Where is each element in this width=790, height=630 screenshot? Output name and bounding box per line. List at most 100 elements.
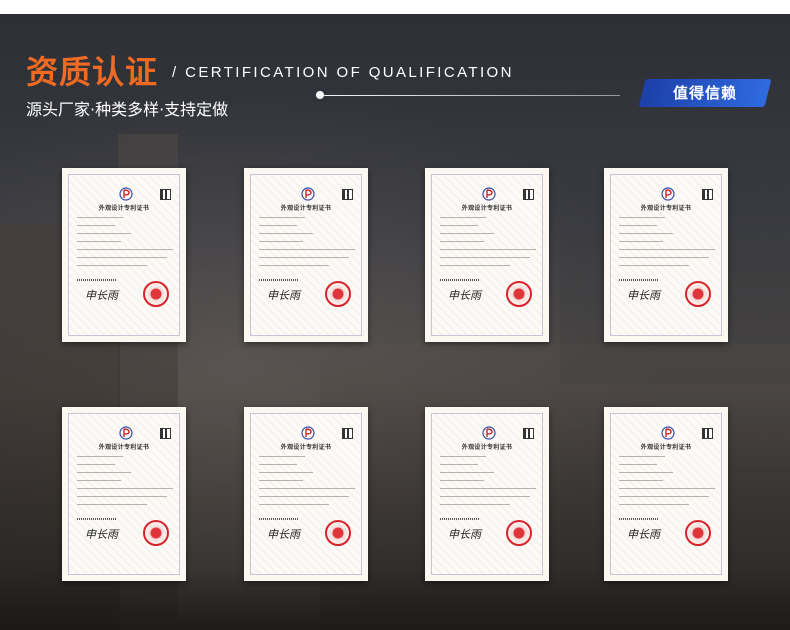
certificate-text-line: [259, 472, 313, 473]
certificate-text-line: [619, 472, 673, 473]
certificate-text-line: [440, 225, 478, 226]
qr-code-icon: [523, 189, 534, 200]
certificate-text-line: [619, 217, 665, 218]
certificate-text-line: [77, 480, 121, 481]
signature: 申长雨: [448, 289, 481, 302]
certificate-text-line: [440, 265, 510, 266]
patent-office-logo-icon: [482, 187, 496, 201]
qr-code-icon: [702, 428, 713, 439]
patent-office-logo-icon: [661, 187, 675, 201]
certificate-text-line: [77, 257, 167, 258]
signature: 申长雨: [448, 528, 481, 541]
certificate-text-line: [440, 217, 486, 218]
qr-code-icon: [523, 428, 534, 439]
certificate-text-line: [77, 225, 115, 226]
signature: 申长雨: [85, 289, 118, 302]
qr-code-icon: [702, 189, 713, 200]
certificate-text-line: [259, 241, 303, 242]
certificate-text-line: [259, 488, 355, 489]
red-seal-icon: [325, 520, 351, 546]
certificate-title: 外观设计专利证书: [640, 205, 692, 212]
certificate-text-line: [259, 249, 355, 250]
certificate-text-line: [619, 257, 709, 258]
qr-code-icon: [342, 428, 353, 439]
certificate-text-line: [440, 241, 484, 242]
certificate-title: 外观设计专利证书: [461, 444, 513, 451]
signature: 申长雨: [627, 289, 660, 302]
certificate-text-line: [440, 456, 486, 457]
certificate-border: 外观设计专利证书 申长雨: [250, 174, 362, 336]
certificate-text-line: [259, 456, 305, 457]
certificate-card: 外观设计专利证书 申长雨: [244, 407, 368, 581]
certificate-text-line: [619, 265, 689, 266]
certificate-border: 外观设计专利证书 申长雨: [68, 413, 180, 575]
certificate-card: 外观设计专利证书申长雨: [604, 407, 728, 581]
red-seal-icon: [506, 281, 532, 307]
certificate-text-line: [619, 249, 715, 250]
red-seal-icon: [685, 520, 711, 546]
certificate-text-line: [440, 488, 536, 489]
certificate-text-line: [259, 233, 313, 234]
certificate-text-line: [440, 504, 510, 505]
certificate-border: 外观设计专利证书 申长雨: [431, 174, 543, 336]
certificate-text-line: [259, 504, 329, 505]
certificate-text-line: [77, 241, 121, 242]
barcode-icon: [440, 279, 480, 281]
patent-office-logo-icon: [661, 426, 675, 440]
certificate-text-line: [619, 488, 715, 489]
certificate-text-line: [619, 480, 663, 481]
certificate-text-line: [440, 472, 494, 473]
signature: 申长雨: [267, 289, 300, 302]
certificate-card: 外观设计专利证书 申长雨: [62, 407, 186, 581]
red-seal-icon: [506, 520, 532, 546]
certificate-text-line: [440, 480, 484, 481]
certificate-card: 外观设计专利证书申长雨: [604, 168, 728, 342]
qr-code-icon: [160, 189, 171, 200]
certificate-border: 外观设计专利证书申长雨: [610, 413, 722, 575]
certificate-card: 外观设计专利证书 申长雨: [62, 168, 186, 342]
certificate-text-line: [259, 480, 303, 481]
patent-office-logo-icon: [482, 426, 496, 440]
certificate-border: 外观设计专利证书申长雨: [431, 413, 543, 575]
certificate-title: 外观设计专利证书: [640, 444, 692, 451]
certificate-card: 外观设计专利证书 申长雨: [425, 168, 549, 342]
trust-badge-label: 值得信赖: [672, 84, 737, 102]
barcode-icon: [619, 518, 659, 520]
barcode-icon: [77, 518, 117, 520]
certificate-text-line: [619, 233, 673, 234]
certificate-text-line: [77, 472, 131, 473]
certificate-text-line: [619, 464, 657, 465]
certificate-text-line: [259, 257, 349, 258]
patent-office-logo-icon: [301, 426, 315, 440]
certificate-text-line: [259, 496, 349, 497]
certificate-text-line: [440, 496, 530, 497]
certificate-text-line: [259, 217, 305, 218]
certificate-text-line: [619, 504, 689, 505]
certificate-text-line: [77, 249, 173, 250]
certificate-border: 外观设计专利证书申长雨: [610, 174, 722, 336]
signature: 申长雨: [627, 528, 660, 541]
section-subtitle: 源头厂家·种类多样·支持定做: [26, 100, 229, 119]
signature: 申长雨: [85, 528, 118, 541]
certificate-text-line: [619, 241, 663, 242]
certificate-text-line: [619, 225, 657, 226]
barcode-icon: [619, 279, 659, 281]
patent-office-logo-icon: [119, 187, 133, 201]
certificate-text-line: [259, 464, 297, 465]
certificate-card: 外观设计专利证书申长雨: [425, 407, 549, 581]
certificate-text-line: [440, 257, 530, 258]
barcode-icon: [259, 518, 299, 520]
certificate-text-line: [440, 464, 478, 465]
red-seal-icon: [685, 281, 711, 307]
section-title-english: / CERTIFICATION OF QUALIFICATION: [172, 64, 514, 81]
divider-line: [320, 95, 620, 96]
certificate-text-line: [619, 456, 665, 457]
certificate-text-line: [77, 265, 147, 266]
certificate-text-line: [77, 233, 131, 234]
certificate-text-line: [77, 456, 123, 457]
certificate-border: 外观设计专利证书 申长雨: [250, 413, 362, 575]
certificate-text-line: [77, 504, 147, 505]
certificate-border: 外观设计专利证书 申长雨: [68, 174, 180, 336]
signature: 申长雨: [267, 528, 300, 541]
certificate-text-line: [77, 464, 115, 465]
